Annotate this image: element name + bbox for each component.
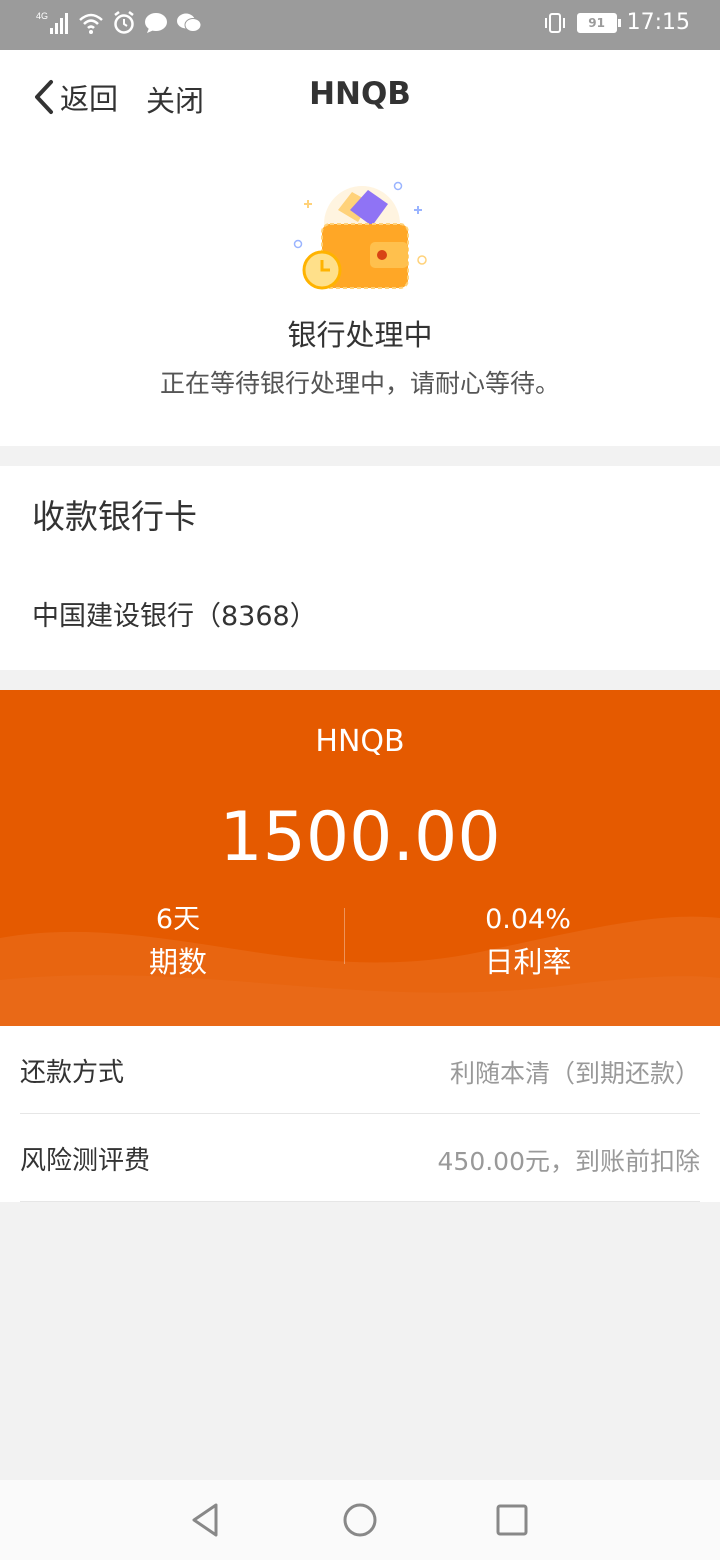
bank-card-name: 中国建设银行（8368） bbox=[32, 601, 317, 632]
status-time: 17:15 bbox=[626, 10, 690, 35]
rate-value: 0.04% bbox=[485, 904, 571, 935]
repayment-method-value: 利随本清（到期还款） bbox=[449, 1059, 700, 1088]
stat-divider bbox=[344, 908, 345, 964]
receiving-bank-card-section: 收款银行卡 中国建设银行（8368） bbox=[0, 466, 720, 670]
close-button[interactable]: 关闭 bbox=[146, 78, 204, 120]
alarm-icon bbox=[114, 11, 134, 34]
rate-stat: 0.04% 日利率 bbox=[358, 902, 698, 986]
term-stat: 6天 期数 bbox=[8, 902, 348, 986]
nav-recent-icon[interactable] bbox=[492, 1500, 532, 1540]
nav-home-icon[interactable] bbox=[340, 1500, 380, 1540]
repayment-method-label: 还款方式 bbox=[20, 1058, 125, 1088]
header: HNQB 返回 关闭 bbox=[0, 50, 720, 146]
svg-text:4G: 4G bbox=[36, 11, 48, 21]
back-button[interactable]: 返回 bbox=[32, 76, 118, 118]
loan-details: 还款方式 利随本清（到期还款） 风险测评费 450.00元，到账前扣除 bbox=[0, 1026, 720, 1202]
nav-back-icon[interactable] bbox=[186, 1500, 226, 1540]
wechat-icon bbox=[177, 13, 202, 32]
bank-card-heading: 收款银行卡 bbox=[32, 497, 197, 536]
risk-assessment-fee-value: 450.00元，到账前扣除 bbox=[437, 1147, 700, 1176]
processing-status-section: 银行处理中 正在等待银行处理中，请耐心等待。 bbox=[0, 146, 720, 446]
wifi-icon bbox=[79, 13, 103, 34]
battery-icon: 91 bbox=[576, 12, 621, 33]
signal-icon: 4G bbox=[36, 11, 68, 34]
loan-summary-card: HNQB 1500.00 6天 期数 0.04% 日利率 bbox=[0, 690, 720, 1026]
risk-assessment-fee-row: 风险测评费 450.00元，到账前扣除 bbox=[20, 1114, 700, 1202]
back-label: 返回 bbox=[60, 82, 119, 116]
chat-icon bbox=[145, 13, 167, 33]
term-value: 6天 bbox=[155, 904, 201, 935]
loan-amount: 1500.00 bbox=[219, 798, 501, 877]
status-icons-right: 91 17:15 bbox=[543, 10, 690, 35]
vibrate-icon bbox=[544, 12, 565, 33]
status-title: 银行处理中 bbox=[287, 318, 433, 352]
loan-product-name: HNQB bbox=[315, 724, 405, 759]
term-label: 期数 bbox=[148, 945, 207, 979]
close-label: 关闭 bbox=[146, 84, 205, 118]
wallet-illustration bbox=[293, 181, 427, 290]
repayment-method-row: 还款方式 利随本清（到期还款） bbox=[20, 1026, 700, 1114]
status-description: 正在等待银行处理中，请耐心等待。 bbox=[159, 369, 560, 398]
back-arrow-icon bbox=[35, 80, 53, 114]
rate-label: 日利率 bbox=[484, 945, 572, 979]
system-nav-bar bbox=[0, 1480, 720, 1560]
battery-level: 91 bbox=[588, 15, 605, 30]
status-bar: 4G 91 17:15 bbox=[0, 0, 720, 50]
risk-assessment-fee-label: 风险测评费 bbox=[20, 1146, 151, 1176]
status-icons-left: 4G bbox=[36, 10, 202, 36]
